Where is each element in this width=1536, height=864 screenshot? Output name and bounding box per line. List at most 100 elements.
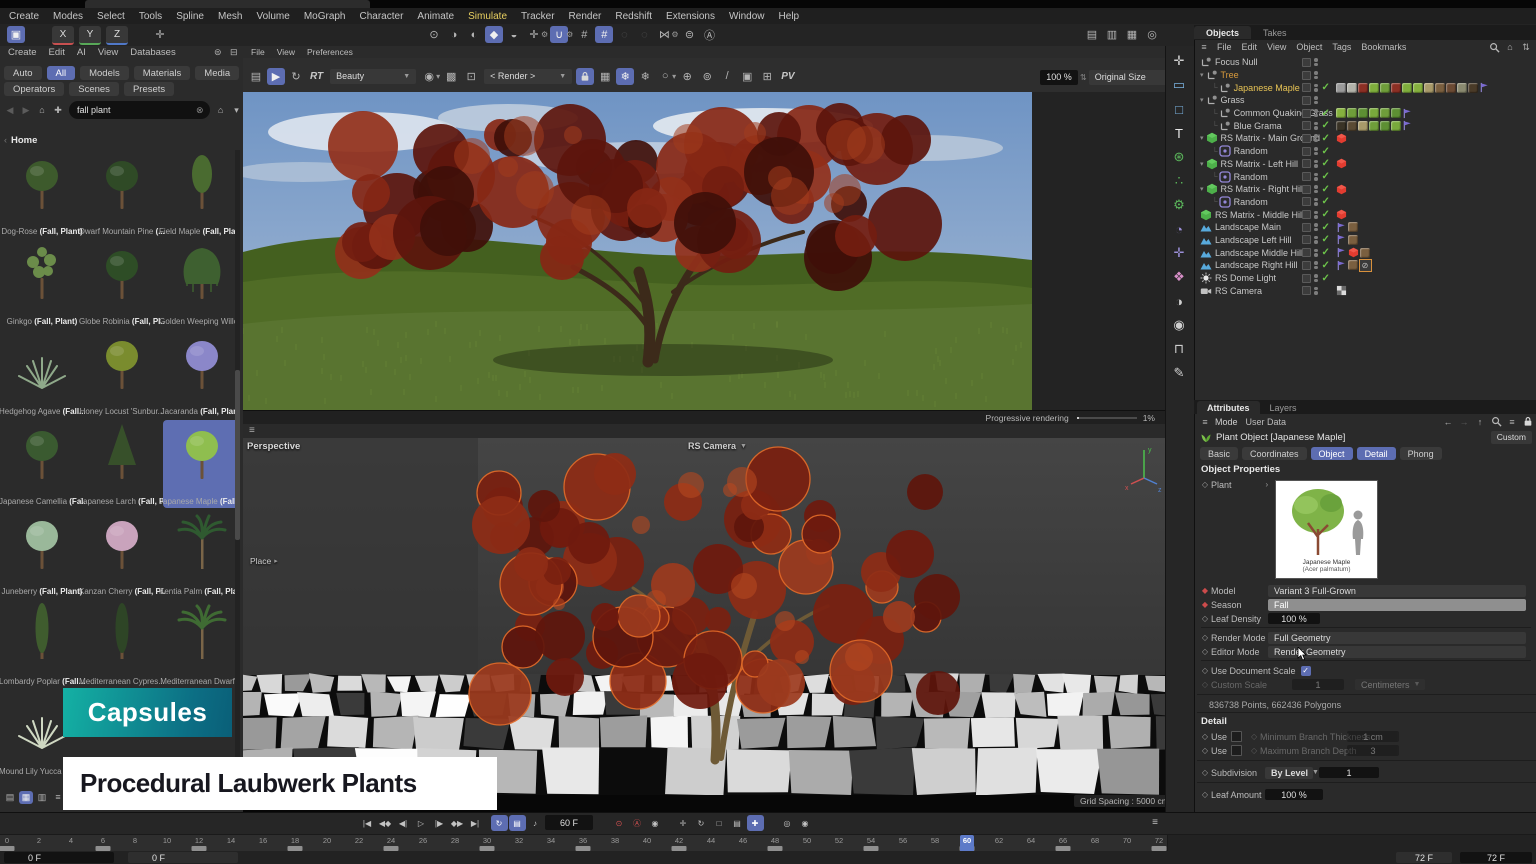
annotation-flag-icon[interactable] — [1402, 120, 1413, 131]
material-swatch[interactable] — [1336, 121, 1346, 131]
render-zoom-field[interactable]: 100 % — [1040, 70, 1078, 85]
material-swatch[interactable] — [1435, 83, 1445, 93]
enable-check[interactable]: ✓ — [1322, 158, 1332, 169]
material-swatch[interactable] — [1347, 121, 1357, 131]
menu-redshift[interactable]: Redshift — [608, 11, 659, 22]
filter-tab-operators[interactable]: Operators — [4, 82, 64, 96]
subdivision-anim-dot[interactable]: ◇ — [1201, 768, 1209, 777]
enable-check[interactable]: ✓ — [1322, 82, 1332, 93]
grid-view-icon[interactable]: ▦ — [19, 791, 33, 804]
annotation-flag-icon[interactable] — [1336, 247, 1347, 258]
preview-end-field[interactable]: 72 F — [1396, 852, 1452, 863]
snapshot-icon[interactable]: ▣ — [738, 68, 756, 85]
search-input[interactable] — [75, 104, 196, 116]
enable-check[interactable]: ✓ — [1322, 273, 1332, 284]
enable-check[interactable]: ✓ — [1322, 184, 1332, 195]
tree-row[interactable]: Landscape Right Hill✓⊘ — [1196, 259, 1536, 272]
asset-item[interactable]: Japanese Maple (Fall, ... — [163, 420, 239, 508]
nav-forward-icon[interactable]: ▶ — [19, 104, 33, 117]
enable-check[interactable]: ✓ — [1322, 120, 1332, 131]
asset-scrollbar-thumb[interactable] — [235, 370, 240, 540]
layer-box[interactable] — [1302, 261, 1311, 270]
autokey-button[interactable]: Ⓐ — [629, 815, 646, 831]
annotation-flag-icon[interactable] — [1336, 222, 1347, 233]
subdivision-field[interactable]: 1 — [1319, 767, 1379, 778]
enable-check[interactable]: ✓ — [1322, 247, 1332, 258]
history-forward-icon[interactable]: → — [1457, 415, 1471, 428]
redshift-tag-icon[interactable] — [1336, 133, 1347, 144]
tree-row[interactable]: RS Matrix - Middle Hill✓ — [1196, 208, 1536, 221]
attr-lock-icon[interactable] — [1521, 415, 1535, 428]
material-swatch[interactable] — [1391, 108, 1401, 118]
material-swatch[interactable] — [1402, 83, 1412, 93]
asset-item[interactable]: Honey Locust 'Sunbur... — [83, 330, 161, 418]
material-swatch[interactable] — [1369, 121, 1379, 131]
ab-menu-view[interactable]: View — [92, 47, 124, 58]
workplane-lock-icon[interactable]: ◌ — [635, 26, 653, 43]
polygons-mode-icon[interactable]: ◐ — [465, 26, 483, 43]
add-snapshot-icon[interactable]: ⊞ — [758, 68, 776, 85]
menu-modes[interactable]: Modes — [46, 11, 90, 22]
play-render-icon[interactable]: ▶ — [267, 68, 285, 85]
visibility-dots[interactable] — [1314, 235, 1318, 244]
enable-check[interactable]: ✓ — [1322, 222, 1332, 233]
composition-tag-icon[interactable] — [1336, 285, 1347, 296]
attr-search-icon[interactable] — [1489, 415, 1503, 428]
tree-row[interactable]: RS Camera — [1196, 284, 1536, 297]
tab-attributes[interactable]: Attributes — [1197, 401, 1260, 414]
leaf-density-anim-dot[interactable]: ◇ — [1201, 614, 1209, 623]
visibility-dots[interactable] — [1314, 223, 1318, 232]
expand-icon[interactable]: ▾ — [1200, 134, 1204, 142]
objects-home-icon[interactable]: ⌂ — [1503, 41, 1517, 54]
app-mode-icon[interactable]: ▣ — [7, 26, 25, 43]
material-swatch[interactable] — [1336, 108, 1346, 118]
obj-menu-view[interactable]: View — [1262, 42, 1291, 52]
filter-tab-models[interactable]: Models — [80, 66, 129, 80]
redshift-tag-icon[interactable] — [1336, 158, 1347, 169]
redshift-tag-icon[interactable] — [1336, 184, 1347, 195]
visibility-dots[interactable] — [1314, 210, 1318, 219]
tab-layers[interactable]: Layers — [1260, 401, 1307, 414]
quantize-snap-icon[interactable]: # — [595, 26, 613, 43]
tree-row[interactable]: ▾RS Matrix - Right Hill✓ — [1196, 183, 1536, 196]
visibility-dots[interactable] — [1314, 121, 1318, 130]
layer-box[interactable] — [1302, 159, 1311, 168]
parent-object-icon[interactable]: ↑ — [1473, 415, 1487, 428]
asset-item[interactable]: Ginkgo (Fall, Plant) — [3, 240, 81, 328]
perspective-viewport[interactable]: yxz — [243, 438, 1165, 812]
season-dropdown[interactable]: Fall — [1268, 599, 1526, 611]
annotation-pen-icon[interactable]: ✎ — [1167, 362, 1191, 384]
use-min-checkbox[interactable] — [1231, 731, 1242, 742]
field-icon[interactable]: ❖ — [1167, 266, 1191, 288]
editor-mode-anim-dot[interactable]: ◇ — [1201, 647, 1209, 656]
menu-simulate[interactable]: Simulate — [461, 11, 514, 22]
enable-check[interactable]: ✓ — [1322, 133, 1332, 144]
go-to-end-button[interactable]: ▶| — [467, 815, 484, 831]
ab-menu-create[interactable]: Create — [2, 47, 43, 58]
menu-extensions[interactable]: Extensions — [659, 11, 722, 22]
filter-tab-media[interactable]: Media — [195, 66, 239, 80]
material-swatch[interactable] — [1391, 121, 1401, 131]
next-frame-button[interactable]: |▶ — [431, 815, 448, 831]
mirror-icon-gear[interactable]: ⚙ — [671, 30, 678, 39]
render-mode-dropdown[interactable]: Full Geometry — [1268, 632, 1526, 644]
layer-box[interactable] — [1302, 96, 1311, 105]
season-anim-dot[interactable]: ◆ — [1201, 600, 1209, 609]
filter-tab-materials[interactable]: Materials — [134, 66, 191, 80]
freeze-a-icon[interactable]: ❄ — [616, 68, 634, 85]
attr-tab-object[interactable]: Object — [1311, 447, 1353, 460]
rv-rt-label[interactable]: RT — [310, 71, 323, 82]
db-window-icon[interactable]: ⊟ — [227, 46, 241, 59]
tree-row[interactable]: ▾RS Matrix - Main Ground✓ — [1196, 132, 1536, 145]
redshift-tag-icon[interactable] — [1348, 247, 1359, 258]
tree-row[interactable]: ▾Tree — [1196, 69, 1536, 82]
tree-row[interactable]: Landscape Left Hill✓ — [1196, 234, 1536, 247]
breadcrumb-collapse-icon[interactable]: ‹ — [4, 135, 7, 145]
visibility-dots[interactable] — [1314, 286, 1318, 295]
layer-box[interactable] — [1302, 134, 1311, 143]
tree-row[interactable]: └Random✓ — [1196, 196, 1536, 209]
spline-rect-icon[interactable]: ▭ — [1167, 74, 1191, 96]
enable-check[interactable]: ✓ — [1322, 146, 1332, 157]
axis-y-button[interactable]: Y — [79, 26, 101, 45]
plant-anim-dot[interactable]: ◇ — [1201, 480, 1209, 489]
